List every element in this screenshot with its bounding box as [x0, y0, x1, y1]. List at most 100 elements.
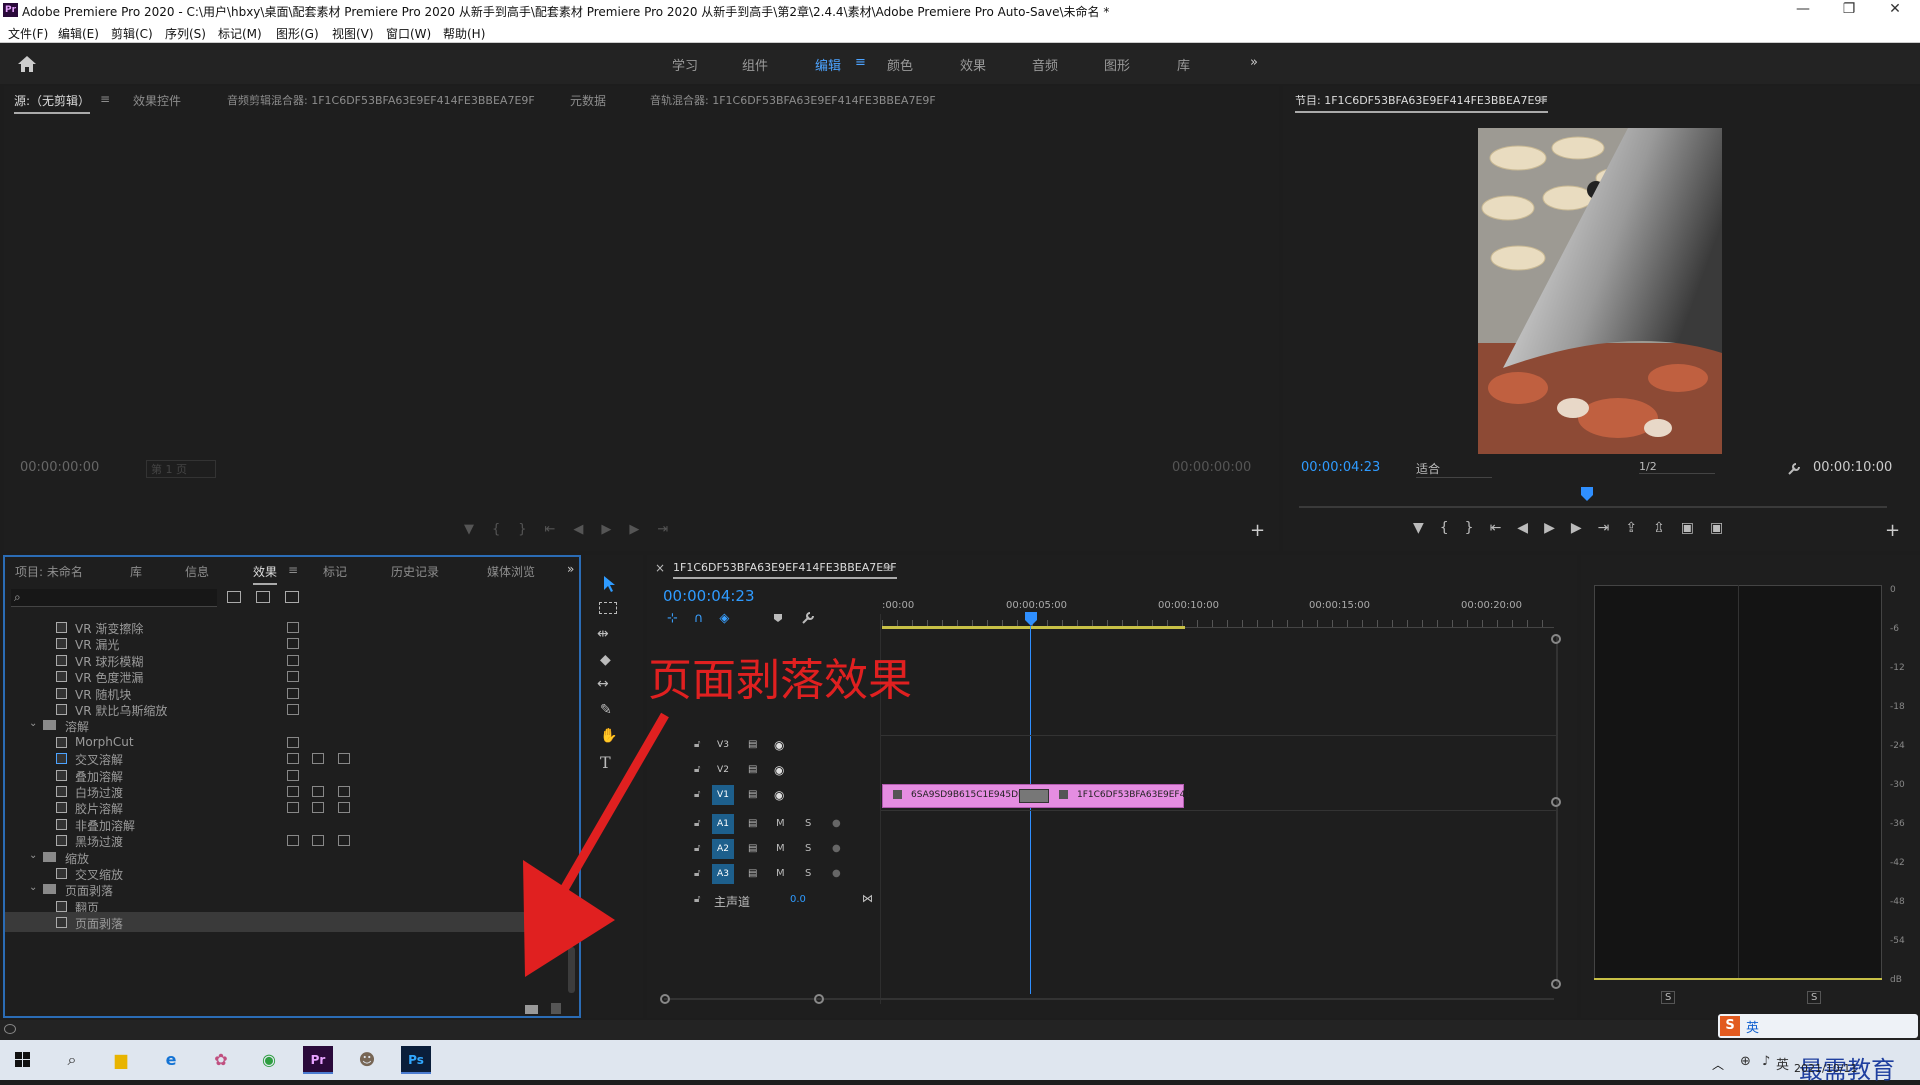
effects-item[interactable]: 页面剥落	[5, 912, 565, 933]
timeline-settings-icon[interactable]	[801, 611, 815, 625]
tab-audio-track-mixer[interactable]: 音轨混合器: 1F1C6DF53BFA63E9EF414FE3BBEA7E9F	[650, 92, 936, 108]
workspace-editing[interactable]: 编辑	[815, 55, 841, 74]
track-v3[interactable]: V3	[712, 735, 734, 755]
chevron-down-icon[interactable]: ⌄	[29, 882, 37, 893]
timeline-horizontal-scrollbar[interactable]	[664, 998, 1554, 1000]
timeline-toolbar[interactable]: ⊹∩◈	[667, 611, 745, 626]
program-transport-controls[interactable]: ▼{}⇤◀▶▶⇥⇪⇫▣▣	[1413, 520, 1739, 536]
wrench-icon[interactable]	[1787, 462, 1801, 476]
track-v2[interactable]: V2	[712, 760, 734, 780]
menu-marker[interactable]: 标记(M)	[218, 25, 262, 42]
track-select-tool-icon[interactable]	[599, 602, 617, 614]
source-add-button[interactable]: +	[1250, 520, 1265, 541]
delete-icon[interactable]	[551, 1003, 561, 1014]
tab-media-browser[interactable]: 媒体浏览	[487, 563, 535, 580]
menu-graphics[interactable]: 图形(G)	[276, 25, 319, 42]
program-playhead[interactable]	[1581, 487, 1594, 501]
tab-libraries[interactable]: 库	[130, 563, 142, 580]
track-a1[interactable]: A1	[712, 814, 734, 834]
timeline-menu-icon[interactable]: ≡	[882, 561, 892, 575]
tab-effect-controls[interactable]: 效果控件	[133, 92, 181, 109]
sogou-ime-icon[interactable]: S	[1720, 1016, 1740, 1036]
vscroll-handle-mid[interactable]	[1551, 797, 1561, 807]
sync-v2-icon[interactable]: ▤	[748, 764, 757, 775]
lock-v3-icon[interactable]: 🔓︎	[694, 739, 700, 750]
tab-source-menu-icon[interactable]: ≡	[100, 92, 110, 106]
sync-v1-icon[interactable]: ▤	[748, 789, 757, 800]
menu-edit[interactable]: 编辑(E)	[58, 25, 99, 42]
tray-chevron-icon[interactable]: ︿	[1712, 1056, 1724, 1073]
tab-audio-clip-mixer[interactable]: 音频剪辑混合器: 1F1C6DF53BFA63E9EF414FE3BBEA7E9…	[227, 92, 535, 108]
workspace-color[interactable]: 颜色	[887, 55, 913, 74]
solo-a2-button[interactable]: S	[805, 843, 811, 854]
mute-a3-button[interactable]: M	[776, 868, 785, 879]
workspace-learn[interactable]: 学习	[672, 55, 698, 74]
sync-a1-icon[interactable]: ▤	[748, 818, 757, 829]
source-page-select[interactable]: 第 1 页	[146, 460, 216, 478]
timeline-timecode[interactable]: 00:00:04:23	[663, 587, 755, 605]
peel-transition[interactable]	[1019, 789, 1049, 803]
lock-master-icon[interactable]: 🔓︎	[694, 894, 700, 905]
workspace-assembly[interactable]: 组件	[742, 55, 768, 74]
selection-tool-icon[interactable]	[601, 575, 619, 593]
vscroll-handle-bottom[interactable]	[1551, 979, 1561, 989]
sync-v3-icon[interactable]: ▤	[748, 739, 757, 750]
voiceover-a3-icon[interactable]: ●	[832, 868, 841, 879]
track-v1[interactable]: V1	[712, 785, 734, 805]
timeline-sequence-tab[interactable]: 1F1C6DF53BFA63E9EF414FE3BBEA7E9F	[673, 561, 897, 579]
lock-a3-icon[interactable]: 🔓︎	[694, 868, 700, 879]
track-a2[interactable]: A2	[712, 839, 734, 859]
program-resolution-select[interactable]: 1/2	[1639, 460, 1715, 474]
chevron-down-icon[interactable]: ⌄	[29, 718, 37, 729]
ime-toolbar[interactable]: S 英	[1718, 1014, 1918, 1038]
photoshop-icon[interactable]: Ps	[401, 1046, 431, 1074]
program-scrubber[interactable]	[1299, 506, 1887, 508]
master-volume-value[interactable]: 0.0	[790, 894, 806, 905]
lock-v1-icon[interactable]: 🔓︎	[694, 789, 700, 800]
solo-a3-button[interactable]: S	[805, 868, 811, 879]
chrome-icon[interactable]: ◉	[254, 1046, 284, 1074]
32bit-effects-icon[interactable]	[256, 591, 270, 603]
paint-icon[interactable]: ✿	[206, 1046, 236, 1074]
lock-a1-icon[interactable]: 🔓︎	[694, 818, 700, 829]
workspace-audio[interactable]: 音频	[1032, 55, 1058, 74]
workspace-graphics[interactable]: 图形	[1104, 55, 1130, 74]
solo-a1-button[interactable]: S	[805, 818, 811, 829]
program-fit-select[interactable]: 适合	[1416, 460, 1492, 478]
chevron-down-icon[interactable]: ⌄	[29, 850, 37, 861]
tab-markers[interactable]: 标记	[323, 563, 347, 580]
accelerated-effects-icon[interactable]	[227, 591, 241, 603]
close-button[interactable]: ✕	[1880, 1, 1910, 17]
search-icon[interactable]: ⌕	[57, 1046, 87, 1074]
add-marker-icon[interactable]	[773, 613, 783, 623]
file-explorer-icon[interactable]: ▆	[106, 1046, 136, 1074]
tab-metadata[interactable]: 元数据	[570, 92, 606, 109]
program-add-button[interactable]: +	[1885, 520, 1900, 541]
workspace-libraries[interactable]: 库	[1177, 55, 1190, 74]
vscroll-handle-top[interactable]	[1551, 634, 1561, 644]
voiceover-a1-icon[interactable]: ●	[832, 818, 841, 829]
workspace-effects[interactable]: 效果	[960, 55, 986, 74]
workspace-editing-menu-icon[interactable]: ≡	[855, 55, 866, 70]
mute-a1-button[interactable]: M	[776, 818, 785, 829]
slip-tool-icon[interactable]: ↔	[597, 676, 609, 692]
menu-clip[interactable]: 剪辑(C)	[111, 25, 153, 42]
v1-clip-group[interactable]: 6SA9SD9B615C1E945DE 1F1C6DF53BFA63E9EF41	[882, 784, 1191, 808]
program-title[interactable]: 节目: 1F1C6DF53BFA63E9EF414FE3BBEA7E9F	[1295, 92, 1548, 113]
razor-tool-icon[interactable]: ◆	[600, 652, 611, 668]
tab-project[interactable]: 项目: 未命名	[15, 563, 83, 580]
sync-a2-icon[interactable]: ▤	[748, 843, 757, 854]
hscroll-handle-left[interactable]	[660, 994, 670, 1004]
tab-effects[interactable]: 效果	[253, 563, 278, 585]
menu-sequence[interactable]: 序列(S)	[165, 25, 206, 42]
edge-icon[interactable]: e	[156, 1046, 186, 1074]
ripple-edit-tool-icon[interactable]: ⇹	[597, 626, 609, 642]
tray-volume-icon[interactable]: ♪	[1762, 1054, 1770, 1069]
lock-v2-icon[interactable]: 🔓︎	[694, 764, 700, 775]
timeline-close-button[interactable]: ×	[655, 561, 665, 575]
program-timecode[interactable]: 00:00:04:23	[1301, 460, 1380, 475]
meter-solo-right[interactable]: S	[1807, 991, 1822, 1004]
tray-ime-icon[interactable]: 英	[1776, 1054, 1789, 1073]
menu-window[interactable]: 窗口(W)	[386, 25, 431, 42]
eye-v1-icon[interactable]: ◉	[774, 788, 784, 802]
